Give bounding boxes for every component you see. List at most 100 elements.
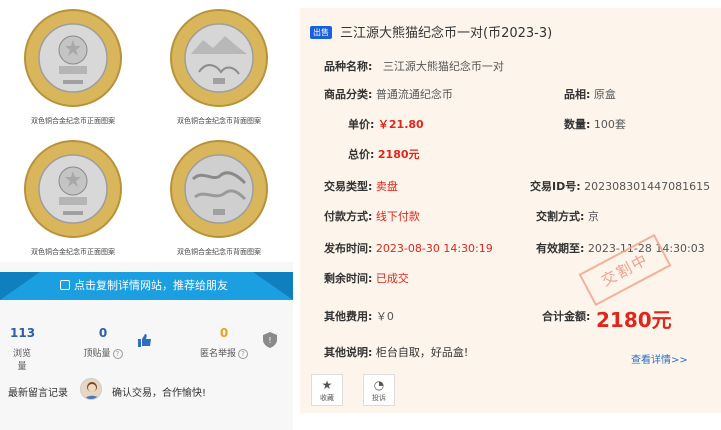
help-icon[interactable]: ? bbox=[112, 349, 123, 359]
stat-tops: 0 顶贴量? bbox=[80, 326, 126, 359]
field-value: 2023-08-30 14:30:19 bbox=[375, 242, 493, 255]
star-icon: ★ bbox=[321, 378, 333, 392]
row-trade-id: 交易ID号: 202308301447081615 bbox=[530, 178, 710, 194]
copy-link-label-wrap: 点击复制详情网站，推荐给朋友 bbox=[60, 272, 228, 300]
field-label: 其他说明: bbox=[324, 346, 373, 359]
guarantee-label-wrap: 匿名举报? bbox=[198, 346, 250, 359]
field-label: 商品分类: bbox=[324, 88, 373, 101]
row-publish-time: 发布时间: 2023-08-30 14:30:19 bbox=[324, 240, 493, 256]
field-value: ￥0 bbox=[375, 310, 394, 323]
tops-label-wrap: 顶贴量? bbox=[80, 346, 126, 359]
copy-link-label: 点击复制详情网站，推荐给朋友 bbox=[74, 279, 228, 292]
field-value: 卖盘 bbox=[375, 180, 398, 193]
listing-title: 出售 三江源大熊猫纪念币一对(币2023-3) bbox=[310, 22, 552, 41]
field-label: 发布时间: bbox=[324, 242, 373, 255]
stats-bar: 113 浏览量 0 顶贴量? 0 匿名举报? ! bbox=[0, 316, 293, 372]
sell-tag: 出售 bbox=[310, 26, 332, 39]
listing-panel: 出售 三江源大熊猫纪念币一对(币2023-3) 品种名称: 三江源大熊猫纪念币一对… bbox=[300, 8, 721, 413]
row-fee: 其他费用: ￥0 bbox=[324, 308, 394, 324]
coin-front-icon bbox=[24, 140, 122, 238]
field-value: 京 bbox=[587, 210, 599, 223]
tops-count: 0 bbox=[98, 326, 108, 340]
left-column: 双色铜合金纪念币正面图案 双色铜合金纪念币背面图案 双色铜合金纪念币正面图案 双… bbox=[0, 0, 293, 430]
row-delivery: 交割方式: 京 bbox=[536, 208, 599, 224]
listing-detail: 出售 三江源大熊猫纪念币一对(币2023-3) 品种名称: 三江源大熊猫纪念币一对… bbox=[293, 0, 721, 430]
svg-text:!: ! bbox=[268, 336, 271, 345]
row-price: 单价: ￥21.80 bbox=[348, 116, 424, 132]
coin-back-image-1[interactable]: 双色铜合金纪念币背面图案 bbox=[146, 0, 292, 131]
field-value: 100套 bbox=[593, 118, 626, 131]
report-label: 投诉 bbox=[372, 394, 386, 402]
favorite-button[interactable]: ★ 收藏 bbox=[311, 374, 343, 406]
price-value: ￥21.80 bbox=[377, 118, 424, 131]
copy-icon bbox=[60, 280, 70, 290]
field-label: 总价: bbox=[348, 148, 375, 161]
field-label: 品种名称: bbox=[324, 60, 373, 73]
stat-views: 113 浏览量 bbox=[10, 326, 36, 372]
field-label: 其他费用: bbox=[324, 310, 373, 323]
coin-caption: 双色铜合金纪念币正面图案 bbox=[31, 248, 115, 256]
row-variety: 品种名称: 三江源大熊猫纪念币一对 bbox=[324, 58, 504, 74]
field-label: 品相: bbox=[564, 88, 591, 101]
field-value: 柜台自取，好品盒! bbox=[375, 346, 469, 359]
coin-back-icon bbox=[170, 9, 268, 107]
row-trade-type: 交易类型: 卖盘 bbox=[324, 178, 398, 194]
guarantee-count: 0 bbox=[219, 326, 229, 340]
field-label: 合计金额: bbox=[542, 310, 591, 323]
coin-caption: 双色铜合金纪念币背面图案 bbox=[177, 248, 261, 256]
coin-front-icon bbox=[24, 9, 122, 107]
field-value: 普通流通纪念币 bbox=[375, 88, 453, 101]
field-label: 交易ID号: bbox=[530, 180, 581, 193]
listing-title-text: 三江源大熊猫纪念币一对(币2023-3) bbox=[340, 26, 553, 41]
field-value: 线下付款 bbox=[375, 210, 420, 223]
page: 双色铜合金纪念币正面图案 双色铜合金纪念币背面图案 双色铜合金纪念币正面图案 双… bbox=[0, 0, 721, 430]
latest-comment: 最新留言记录 确认交易，合作愉快! bbox=[0, 372, 293, 408]
share-bar-decoration-right bbox=[253, 272, 293, 300]
field-value: 三江源大熊猫纪念币一对 bbox=[382, 60, 504, 73]
field-value: 原盒 bbox=[593, 88, 616, 101]
row-payment: 付款方式: 线下付款 bbox=[324, 208, 420, 224]
coin-image-grid[interactable]: 双色铜合金纪念币正面图案 双色铜合金纪念币背面图案 双色铜合金纪念币正面图案 双… bbox=[0, 0, 293, 262]
shield-icon[interactable]: ! bbox=[263, 332, 277, 348]
field-label: 付款方式: bbox=[324, 210, 373, 223]
copy-link-button[interactable]: 点击复制详情网站，推荐给朋友 bbox=[0, 272, 293, 300]
view-details-link[interactable]: 查看详情>> bbox=[631, 351, 688, 366]
row-condition: 品相: 原盒 bbox=[564, 86, 616, 102]
report-button[interactable]: ◔ 投诉 bbox=[363, 374, 395, 406]
row-sum-label: 合计金额: bbox=[542, 308, 590, 324]
help-icon[interactable]: ? bbox=[238, 349, 248, 359]
coin-caption: 双色铜合金纪念币背面图案 bbox=[177, 117, 261, 125]
field-label: 交易类型: bbox=[324, 180, 373, 193]
coin-front-image-2[interactable]: 双色铜合金纪念币正面图案 bbox=[0, 131, 146, 262]
field-label: 有效期至: bbox=[536, 242, 585, 255]
sum-value: 2180元 bbox=[596, 308, 672, 332]
latest-comment-text: 确认交易，合作愉快! bbox=[112, 388, 207, 399]
row-remaining: 剩余时间: 已成交 bbox=[324, 270, 409, 286]
latest-comment-label: 最新留言记录 bbox=[8, 388, 68, 399]
coin-back-icon bbox=[170, 140, 268, 238]
avatar[interactable] bbox=[80, 378, 102, 400]
views-label: 浏览量 bbox=[12, 349, 31, 372]
coin-caption: 双色铜合金纪念币正面图案 bbox=[31, 117, 115, 125]
coin-back-image-2[interactable]: 双色铜合金纪念币背面图案 bbox=[146, 131, 292, 262]
row-note: 其他说明: 柜台自取，好品盒! bbox=[324, 344, 468, 360]
views-count: 113 bbox=[10, 326, 36, 340]
field-label: 数量: bbox=[564, 118, 591, 131]
guarantee-label: 匿名举报 bbox=[199, 349, 236, 359]
field-value: 已成交 bbox=[375, 272, 409, 285]
thumbs-up-icon[interactable] bbox=[138, 332, 152, 347]
coin-front-image-1[interactable]: 双色铜合金纪念币正面图案 bbox=[0, 0, 146, 131]
field-label: 单价: bbox=[348, 118, 375, 131]
field-label: 剩余时间: bbox=[324, 272, 373, 285]
share-bar-decoration-left bbox=[0, 272, 40, 300]
row-category: 商品分类: 普通流通纪念币 bbox=[324, 86, 453, 102]
field-label: 交割方式: bbox=[536, 210, 585, 223]
row-total: 总价: 2180元 bbox=[348, 146, 420, 162]
megaphone-icon: ◔ bbox=[373, 378, 385, 392]
field-value: 202308301447081615 bbox=[584, 180, 711, 193]
row-quantity: 数量: 100套 bbox=[564, 116, 626, 132]
total-value: 2180元 bbox=[377, 148, 420, 161]
stat-guarantee: 0 匿名举报? bbox=[198, 326, 250, 359]
tops-label: 顶贴量 bbox=[83, 349, 111, 359]
favorite-label: 收藏 bbox=[320, 394, 334, 402]
